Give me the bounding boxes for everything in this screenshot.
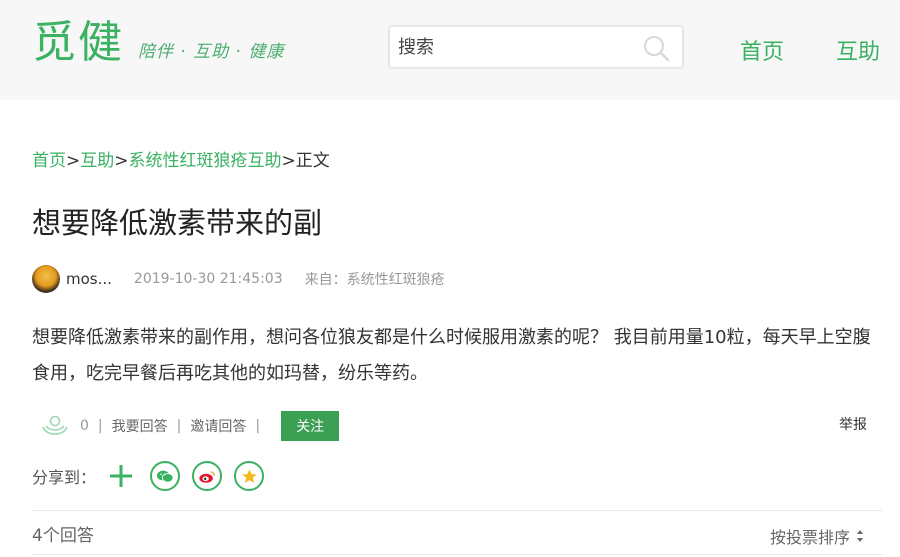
divider-line <box>32 554 882 555</box>
post-source: 来自：系统性红斑狼疮 <box>304 272 445 288</box>
divider: | <box>97 418 103 434</box>
logo-text: 觅健 <box>32 17 124 68</box>
post-content: 想要降低激素带来的副作用，想问各位狼友都是什么时候服用激素的呢？ 我目前用量10… <box>32 327 871 384</box>
search-icon[interactable] <box>642 34 670 62</box>
answer-count: 4个回答 <box>32 526 94 546</box>
logo-slogan: 陪伴 · 互助 · 健康 <box>138 42 285 62</box>
follow-button[interactable]: 关注 <box>281 411 340 441</box>
author-name[interactable]: mos... <box>66 270 112 288</box>
breadcrumb-current: 正文 <box>295 151 330 171</box>
divider-line <box>32 510 882 511</box>
sort-label: 按投票排序 <box>770 528 851 547</box>
breadcrumb-help[interactable]: 互助 <box>80 151 114 171</box>
report-link[interactable]: 举报 <box>839 414 867 434</box>
share-bar: 分享到： <box>32 459 276 493</box>
breadcrumb: 首页>互助>系统性红斑狼疮互助>正文 <box>32 146 330 171</box>
post-date: 2019-10-30 21:45:03 <box>133 271 283 287</box>
post-title: 想要降低激素带来的副 <box>32 206 323 240</box>
plus-icon[interactable] <box>108 463 134 489</box>
nav-help[interactable]: 互助 <box>836 34 880 66</box>
sort-dropdown[interactable]: 按投票排序 <box>770 524 864 548</box>
answer-link[interactable]: 我要回答 <box>112 416 168 436</box>
breadcrumb-separator: > <box>281 151 296 171</box>
avatar[interactable] <box>32 265 60 293</box>
helping-hands-icon[interactable] <box>40 414 70 438</box>
site-logo[interactable]: 觅健 陪伴 · 互助 · 健康 <box>32 18 284 68</box>
post-meta: mos... 2019-10-30 21:45:03 来自：系统性红斑狼疮 <box>32 264 445 294</box>
invite-link[interactable]: 邀请回答 <box>190 416 246 436</box>
qzone-icon[interactable] <box>234 461 265 491</box>
action-bar: 0 | 我要回答 | 邀请回答 | 关注 <box>40 411 340 441</box>
divider: | <box>176 418 182 434</box>
search-box <box>388 25 684 69</box>
weibo-icon[interactable] <box>192 461 223 491</box>
breadcrumb-group[interactable]: 系统性红斑狼疮互助 <box>129 151 282 171</box>
breadcrumb-home[interactable]: 首页 <box>32 151 66 171</box>
search-input[interactable] <box>398 33 638 61</box>
breadcrumb-separator: > <box>66 151 81 171</box>
help-count: 0 <box>80 418 89 434</box>
nav-home[interactable]: 首页 <box>740 34 784 66</box>
sort-arrows-icon <box>857 530 864 542</box>
breadcrumb-separator: > <box>114 151 129 171</box>
site-header: 觅健 陪伴 · 互助 · 健康 首页 互助 <box>0 0 900 100</box>
wechat-icon[interactable] <box>150 461 181 491</box>
divider: | <box>255 418 261 434</box>
share-label: 分享到： <box>32 468 97 487</box>
